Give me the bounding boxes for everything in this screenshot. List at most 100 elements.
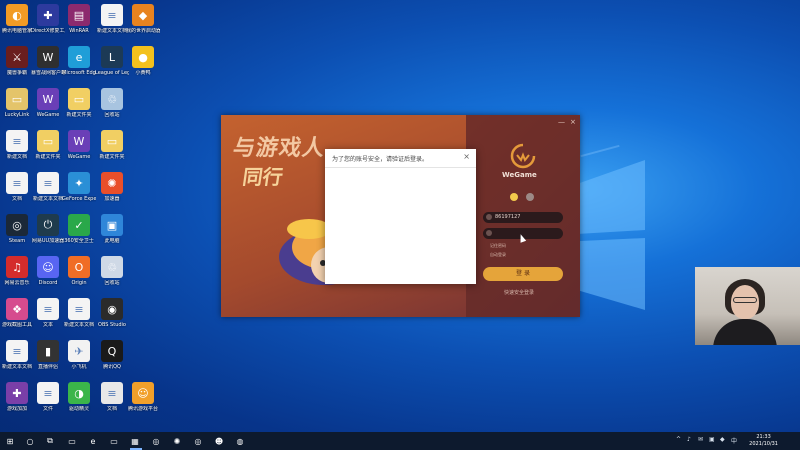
desktop-icon[interactable]: W 暴雪战网客户端	[31, 44, 65, 84]
desktop-icon[interactable]: ✺ 加速器	[95, 170, 129, 210]
taskbar-app-icon[interactable]: ▭	[66, 435, 78, 447]
desktop-icon[interactable]: ≡ 新建文本文档	[31, 170, 65, 210]
desktop-icon[interactable]: ♫ 网易云音乐	[0, 254, 34, 294]
safe-login-link[interactable]: 快速安全登录	[504, 289, 534, 296]
desktop-icon[interactable]: ≡ 新建文本文档	[0, 338, 34, 378]
desktop-icon[interactable]: ▤ WinRAR	[62, 2, 96, 42]
desktop-icon-image: ▤	[68, 4, 90, 26]
desktop-icon[interactable]: ▭ 新建文件夹	[95, 128, 129, 168]
desktop-icon[interactable]: ✈ 小飞机	[62, 338, 96, 378]
qq-login-icon[interactable]	[510, 193, 518, 201]
tray-icon[interactable]: 中	[731, 436, 737, 445]
desktop-icon-image: ≡	[37, 298, 59, 320]
account-field[interactable]: 86197127	[483, 212, 563, 223]
desktop-icon[interactable]: ≡ 文件	[31, 380, 65, 420]
desktop-icon[interactable]: ✦ GeForce Experience	[62, 170, 96, 210]
desktop-icon[interactable]: ✚ 游戏加加	[0, 380, 34, 420]
desktop-icon[interactable]: ♲ 回收站	[95, 86, 129, 126]
desktop-icon[interactable]: ≡ 文本	[31, 296, 65, 336]
desktop-icon[interactable]: ❖ 游戏截图工具	[0, 296, 34, 336]
desktop-icon-image: ●	[132, 46, 154, 68]
desktop-icon-label: 小黄鸭	[135, 70, 151, 76]
desktop-icon[interactable]: ≡ 新建文本文档	[95, 2, 129, 42]
desktop-icon[interactable]: ▮ 直播伴侣	[31, 338, 65, 378]
desktop-icon-image: W	[37, 88, 59, 110]
desktop-icon[interactable]: ◉ OBS Studio	[95, 296, 129, 336]
start-button[interactable]: ⊞	[4, 435, 16, 447]
desktop-icon-label: 文本	[42, 322, 53, 328]
desktop-icon[interactable]: ≡ 文档	[0, 170, 34, 210]
desktop-icon[interactable]: ⏻ 网易UU加速器	[31, 212, 65, 252]
desktop-icon[interactable]: ≡ 新建文档	[0, 128, 34, 168]
desktop-icon[interactable]: e Microsoft Edge	[62, 44, 96, 84]
taskbar-app-icon[interactable]: ✺	[171, 435, 183, 447]
desktop-icon-label: 新建文本文档	[96, 28, 127, 34]
auto-login-checkbox[interactable]: 自动登录	[490, 252, 506, 258]
desktop-icon[interactable]: ▭ LuckyLink	[0, 86, 34, 126]
desktop-icon[interactable]: ● 小黄鸭	[126, 44, 160, 84]
desktop-icon-label: 游戏截图工具	[1, 322, 32, 328]
desktop-icon-label: WeGame	[36, 112, 60, 118]
taskbar-app-icon[interactable]: ▭	[108, 435, 120, 447]
clock[interactable]: 21:33 2021/10/31	[749, 434, 778, 448]
taskbar-app-icon[interactable]: ◍	[234, 435, 246, 447]
desktop-icon-image: ✚	[6, 382, 28, 404]
taskbar-app-icon[interactable]: ▦	[129, 435, 141, 447]
desktop-icon[interactable]: ◆ 我的世界启动器	[126, 2, 160, 42]
desktop-icon[interactable]: Q 腾讯QQ	[95, 338, 129, 378]
desktop-icon[interactable]: ▭ 新建文件夹	[62, 86, 96, 126]
desktop-icon-label: WeGame	[67, 154, 91, 160]
search-icon[interactable]: ○	[24, 435, 36, 447]
desktop-icon[interactable]: ◎ Steam	[0, 212, 34, 252]
desktop-icon-label: 魔兽争霸	[6, 70, 27, 76]
tray-icon[interactable]: ^	[676, 436, 681, 443]
dialog-close-button[interactable]: ×	[463, 152, 470, 161]
desktop-icon[interactable]: ▭ 新建文件夹	[31, 128, 65, 168]
desktop-icon[interactable]: L League of Legends	[95, 44, 129, 84]
close-button[interactable]: ×	[570, 118, 576, 126]
remember-password-checkbox[interactable]: 记住密码	[490, 243, 506, 249]
desktop-icon[interactable]: ≡ 新建文本文档	[62, 296, 96, 336]
desktop-icon[interactable]: O Origin	[62, 254, 96, 294]
lock-icon	[486, 230, 492, 236]
desktop-icon-image: ≡	[101, 382, 123, 404]
taskbar-app-icon[interactable]: ◎	[150, 435, 162, 447]
tray-icon[interactable]: ♪	[687, 436, 691, 443]
tray-icon[interactable]: ▣	[709, 436, 715, 443]
wechat-login-icon[interactable]	[526, 193, 534, 201]
desktop-icon-label: 新建文本文档	[1, 364, 32, 370]
user-icon	[486, 214, 492, 220]
desktop-icon-image: ≡	[68, 298, 90, 320]
desktop-icon-label: DirectX修复工具	[31, 28, 65, 34]
desktop-icon-image: W	[68, 130, 90, 152]
taskbar-app-icon[interactable]: e	[87, 435, 99, 447]
login-button[interactable]: 登 录	[483, 267, 563, 281]
tray-icon[interactable]: ◆	[720, 436, 725, 443]
desktop-icon[interactable]: ✓ 360安全卫士	[62, 212, 96, 252]
desktop-icon[interactable]: ≡ 文档	[95, 380, 129, 420]
desktop-icon[interactable]: W WeGame	[62, 128, 96, 168]
desktop-icon[interactable]: ✚ DirectX修复工具	[31, 2, 65, 42]
taskbar-app-icon[interactable]: ☻	[213, 435, 225, 447]
desktop-icon[interactable]: ♲ 回收站	[95, 254, 129, 294]
desktop-icon[interactable]: ▣ 此电脑	[95, 212, 129, 252]
desktop-icon[interactable]: W WeGame	[31, 86, 65, 126]
desktop-icon[interactable]: ☺ Discord	[31, 254, 65, 294]
minimize-button[interactable]: —	[558, 118, 565, 126]
tray-icon[interactable]: ✉	[698, 436, 703, 443]
desktop-icon[interactable]: ◑ 驱动精灵	[62, 380, 96, 420]
desktop-icon-label: 网易云音乐	[4, 280, 30, 286]
desktop-icon[interactable]: ☺ 腾讯游戏平台	[126, 380, 160, 420]
desktop-icon-image: Q	[101, 340, 123, 362]
desktop-icon-label: 新建文件夹	[66, 112, 92, 118]
desktop-icon[interactable]: ◐ 腾讯电脑管家	[0, 2, 34, 42]
glasses	[733, 297, 757, 303]
desktop-icon-label: GeForce Experience	[62, 196, 96, 202]
desktop-icon[interactable]: ⚔ 魔兽争霸	[0, 44, 34, 84]
desktop-icon-label: 驱动精灵	[68, 406, 89, 412]
task-view-icon[interactable]: ⧉	[44, 435, 56, 447]
desktop-icon-image: ✚	[37, 4, 59, 26]
verification-dialog[interactable]: 为了您的账号安全，请验证后登录。 ×	[325, 149, 476, 284]
desktop-icon-image: L	[101, 46, 123, 68]
taskbar-app-icon[interactable]: ◎	[192, 435, 204, 447]
